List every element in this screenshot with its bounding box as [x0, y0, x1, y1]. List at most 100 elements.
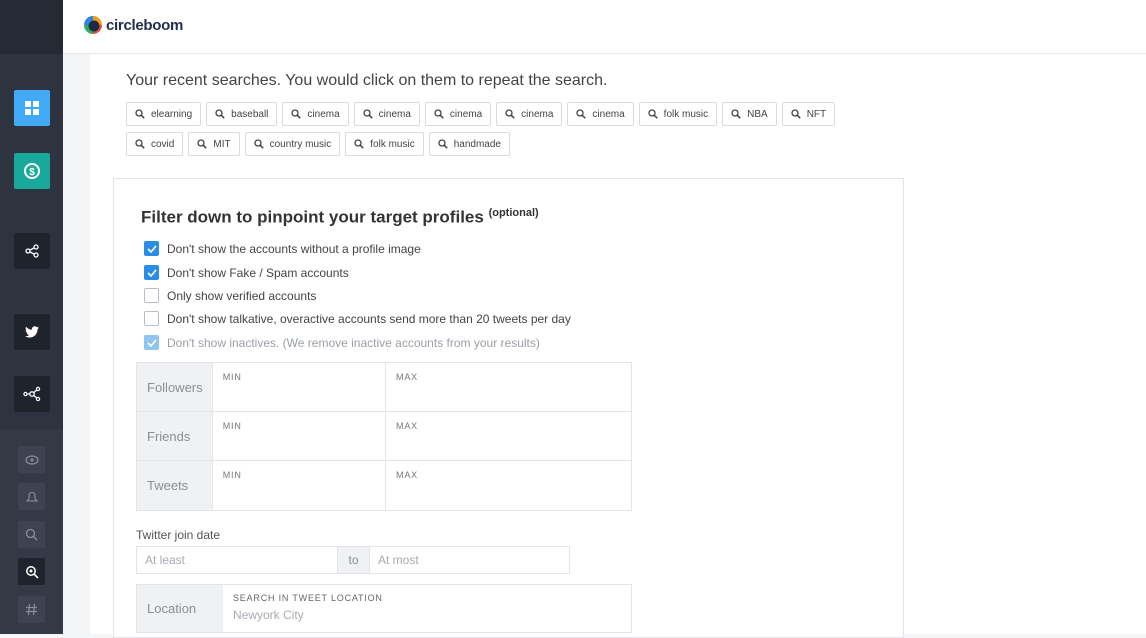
svg-text:$: $ [29, 167, 35, 178]
monitor-button[interactable] [18, 446, 45, 473]
recent-search-chip[interactable]: elearning [126, 102, 202, 126]
recent-search-chip[interactable]: baseball [206, 102, 278, 126]
location-placeholder: Newyork City [233, 608, 304, 622]
filter-checkbox[interactable] [144, 241, 159, 256]
range-filters: Followers MIN MAX Friends MIN MAX Tweets MIN MAX [136, 362, 632, 511]
recent-search-chip[interactable]: cinema [353, 102, 420, 126]
search-icon [291, 109, 302, 119]
filter-option[interactable]: Don't show Fake / Spam accounts [144, 265, 349, 280]
dashboard-icon [25, 101, 39, 115]
search-icon [135, 109, 145, 119]
range-label: Tweets [137, 461, 212, 510]
twitter-button[interactable] [14, 314, 50, 350]
recent-search-label: MIT [213, 138, 231, 150]
filter-option[interactable]: Don't show talkative, overactive account… [144, 311, 571, 326]
search-icon [25, 528, 38, 541]
dashboard-button[interactable] [14, 90, 50, 126]
location-filter: Location SEARCH IN TWEET LOCATION Newyor… [136, 584, 632, 633]
filter-option[interactable]: Only show verified accounts [144, 288, 316, 303]
range-min-input[interactable]: MIN [211, 363, 385, 411]
recent-search-label: covid [151, 138, 175, 150]
recent-search-label: folk music [370, 138, 415, 150]
recent-search-label: baseball [231, 108, 269, 120]
share-button[interactable] [14, 233, 50, 269]
recent-search-chip[interactable]: cinema [567, 102, 634, 126]
network-icon [23, 386, 41, 402]
recent-search-chip[interactable]: cinema [282, 102, 349, 126]
location-input[interactable]: SEARCH IN TWEET LOCATION Newyork City [223, 585, 383, 632]
range-max-input[interactable]: MAX [385, 363, 631, 411]
search-icon [438, 139, 448, 149]
search-icon [576, 109, 587, 119]
recent-search-label: NBA [747, 108, 768, 120]
recent-search-chip[interactable]: covid [126, 132, 184, 156]
recent-search-chip[interactable]: country music [244, 132, 341, 156]
recent-search-label: cinema [592, 108, 625, 120]
recent-search-chip[interactable]: NFT [781, 102, 836, 126]
filter-option-label: Don't show the accounts without a profil… [167, 241, 421, 256]
search-icon [135, 139, 145, 149]
recent-search-label: handmade [453, 138, 501, 150]
optional-label: (optional) [488, 207, 539, 219]
network-button[interactable] [14, 376, 50, 412]
range-min-input[interactable]: MIN [211, 461, 385, 510]
location-label: Location [137, 585, 223, 632]
filter-checkbox[interactable] [144, 265, 159, 280]
recent-search-label: cinema [521, 108, 554, 120]
filter-checkbox[interactable] [144, 288, 159, 303]
recent-search-label: folk music [663, 108, 709, 120]
recent-search-label: cinema [307, 108, 340, 120]
search-icon [505, 109, 515, 119]
recent-search-chip[interactable]: NBA [722, 102, 777, 126]
location-search-icon [25, 565, 39, 579]
search-icon [354, 139, 364, 149]
join-date-to-input[interactable]: At most [369, 546, 570, 574]
recent-search-chip[interactable]: folk music [638, 102, 718, 126]
sidebar: $ [0, 0, 63, 634]
filter-option-label: Don't show talkative, overactive account… [167, 311, 571, 326]
brand-logo[interactable]: circleboom [83, 15, 183, 35]
recent-search-chip[interactable]: folk music [345, 132, 424, 156]
range-max-input[interactable]: MAX [385, 461, 631, 510]
search-icon [648, 109, 658, 119]
range-max-input[interactable]: MAX [385, 412, 631, 460]
filter-option-label: Don't show inactives. (We remove inactiv… [167, 335, 540, 350]
filter-checkbox[interactable] [144, 311, 159, 326]
filter-option[interactable]: Don't show the accounts without a profil… [144, 241, 421, 256]
eye-icon [24, 454, 39, 465]
range-min-input[interactable]: MIN [211, 412, 385, 460]
billing-button[interactable]: $ [14, 153, 50, 189]
checkmark-icon [146, 338, 157, 347]
range-row: Friends MIN MAX [137, 412, 631, 461]
filter-option-label: Don't show Fake / Spam accounts [167, 265, 349, 280]
search-icon [363, 109, 373, 119]
search-icon [197, 139, 208, 149]
recent-searches-list: elearning baseball cinema cinema cinema cinem… [126, 102, 886, 156]
join-date-from-input[interactable]: At least [136, 546, 338, 574]
search-icon [215, 109, 225, 119]
search-nav-button[interactable] [18, 521, 45, 548]
recent-search-chip[interactable]: handmade [428, 132, 510, 156]
search-icon [731, 109, 741, 119]
recent-search-label: cinema [378, 108, 411, 120]
circleboom-logo-icon [84, 16, 102, 34]
recent-search-chip[interactable]: MIT [188, 132, 240, 156]
bell-icon [25, 491, 38, 502]
range-row: Tweets MIN MAX [137, 461, 631, 510]
hashtag-button[interactable] [18, 596, 45, 623]
join-date-label: Twitter join date [136, 528, 221, 542]
alerts-button[interactable] [18, 483, 45, 510]
search-icon [434, 109, 444, 119]
recent-search-chip[interactable]: cinema [496, 102, 563, 126]
recent-search-label: elearning [151, 108, 193, 120]
recent-search-label: country music [269, 138, 332, 150]
range-row: Followers MIN MAX [137, 363, 631, 412]
location-caption: SEARCH IN TWEET LOCATION [233, 593, 383, 603]
range-label: Followers [137, 363, 212, 411]
dollar-icon: $ [24, 163, 40, 179]
filter-checkbox [144, 335, 159, 350]
brand-name: circleboom [106, 16, 184, 34]
filter-option-label: Only show verified accounts [167, 288, 317, 303]
location-search-button[interactable] [18, 558, 45, 585]
recent-search-chip[interactable]: cinema [424, 102, 492, 126]
